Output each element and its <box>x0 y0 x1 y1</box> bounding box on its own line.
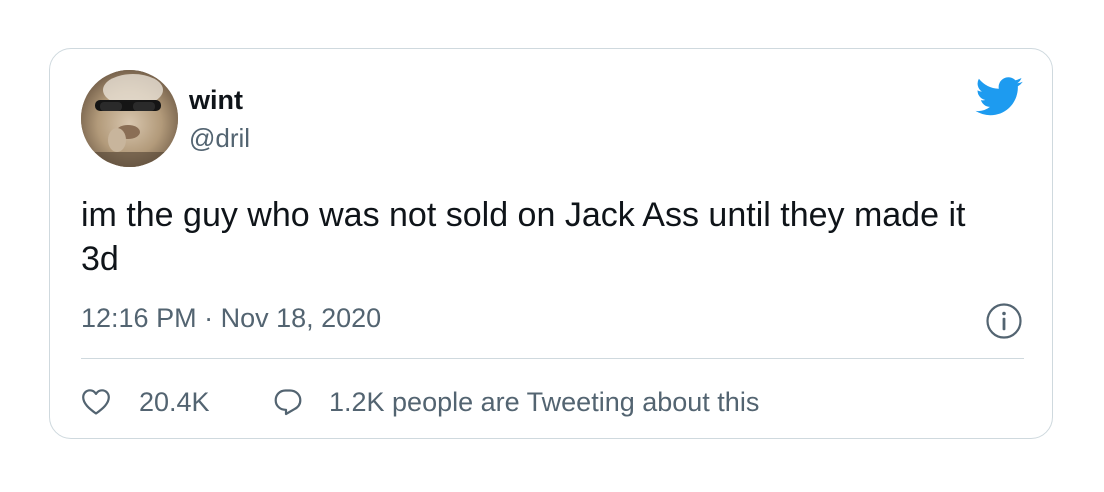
like-count: 20.4K <box>139 387 210 417</box>
timestamp-separator: · <box>196 303 221 333</box>
tweet-time: 12:16 PM <box>81 303 197 333</box>
heart-icon <box>81 387 111 417</box>
tweet-timestamp[interactable]: 12:16 PM · Nov 18, 2020 <box>81 301 381 335</box>
divider <box>81 358 1024 359</box>
author-avatar[interactable] <box>81 70 178 167</box>
author-handle[interactable]: @dril <box>189 121 250 155</box>
speech-bubble-icon <box>273 387 303 417</box>
conversation-label: 1.2K people are Tweeting about this <box>329 387 760 417</box>
twitter-bird-icon[interactable] <box>975 77 1024 117</box>
like-button[interactable]: 20.4K <box>81 382 210 422</box>
tweet-text: im the guy who was not sold on Jack Ass … <box>81 196 966 278</box>
tweet-card[interactable]: wint @dril im the guy who was not sold o… <box>49 48 1053 439</box>
author-name[interactable]: wint <box>189 83 243 117</box>
tweet-date: Nov 18, 2020 <box>220 303 382 333</box>
conversation-button[interactable]: 1.2K people are Tweeting about this <box>273 382 759 422</box>
avatar-image <box>81 70 178 167</box>
info-icon[interactable] <box>985 302 1023 340</box>
